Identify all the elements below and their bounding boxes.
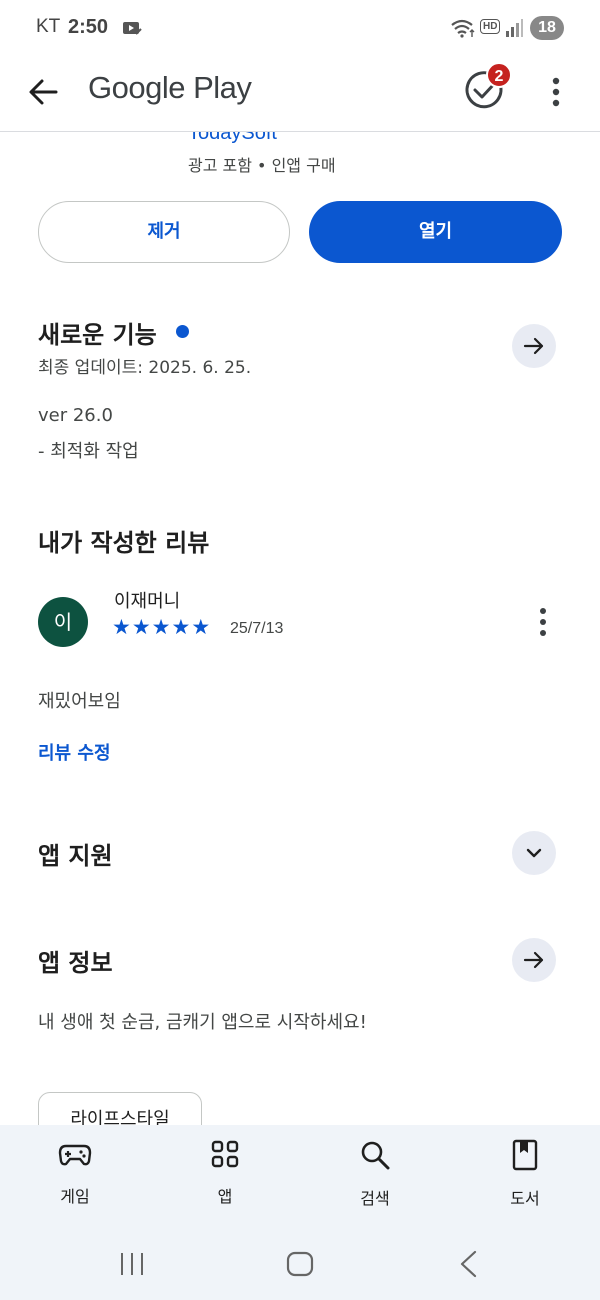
star-icon: ★ <box>191 615 211 639</box>
whats-new-arrow-button[interactable] <box>512 324 556 368</box>
system-navigation-bar <box>121 1250 477 1278</box>
hd-voice-badge: HD <box>480 19 501 34</box>
app-support-expand-button[interactable] <box>512 831 556 875</box>
nav-label-apps: 앱 <box>217 1187 233 1206</box>
review-more-vert-icon[interactable] <box>530 603 556 641</box>
open-button[interactable]: 열기 <box>309 201 562 263</box>
recent-apps-icon[interactable] <box>121 1253 143 1275</box>
nav-item-games[interactable]: 게임 <box>20 1139 130 1229</box>
release-notes-text: - 최적화 작업 <box>38 441 139 462</box>
battery-indicator: 18 <box>530 16 564 40</box>
app-title: Google Play <box>88 70 252 105</box>
media-notification-icon <box>123 22 142 35</box>
back-arrow-icon[interactable] <box>22 70 66 114</box>
app-meta-info: 광고 포함 • 인앱 구매 <box>188 156 336 175</box>
nav-item-books[interactable]: 도서 <box>470 1139 580 1229</box>
apps-grid-icon <box>211 1140 239 1168</box>
whats-new-title: 새로운 기능 <box>38 321 157 349</box>
last-updated-text: 최종 업데이트: 2025. 6. 25. <box>38 358 252 378</box>
review-date: 25/7/13 <box>230 620 284 637</box>
star-icon: ★ <box>131 615 151 639</box>
star-icon: ★ <box>171 615 191 639</box>
new-indicator-dot <box>176 325 189 338</box>
nav-label-search: 검색 <box>360 1189 390 1208</box>
nav-label-games: 게임 <box>60 1187 90 1206</box>
reviewer-name: 이재머니 <box>114 591 181 612</box>
bottom-navigation: 게임 앱 검색 도서 <box>0 1125 600 1300</box>
my-review-title: 내가 작성한 리뷰 <box>38 529 210 557</box>
more-vert-icon[interactable] <box>540 70 572 114</box>
app-bar: Google Play 2 <box>0 56 600 132</box>
review-text: 재밌어보임 <box>38 691 121 712</box>
book-icon <box>512 1139 538 1171</box>
nav-item-search[interactable]: 검색 <box>320 1139 430 1229</box>
wifi-icon <box>451 19 475 38</box>
app-info-title: 앱 정보 <box>38 949 113 977</box>
app-description: 내 생애 첫 순금, 금캐기 앱으로 시작하세요! <box>38 1012 367 1033</box>
home-icon[interactable] <box>286 1251 314 1277</box>
search-icon <box>361 1141 390 1170</box>
nav-label-books: 도서 <box>510 1189 540 1208</box>
status-bar: KT 2:50 HD 18 <box>0 0 600 56</box>
status-time: 2:50 <box>68 16 109 38</box>
star-icon: ★ <box>112 615 131 639</box>
gamepad-icon <box>58 1144 92 1166</box>
app-info-arrow-button[interactable] <box>512 938 556 982</box>
uninstall-button[interactable]: 제거 <box>38 201 290 263</box>
arrow-right-icon <box>523 951 544 969</box>
edit-review-link[interactable]: 리뷰 수정 <box>38 739 111 765</box>
chevron-down-icon <box>526 848 542 858</box>
version-text: ver 26.0 <box>38 405 113 426</box>
avatar: 이 <box>38 597 88 647</box>
star-icon: ★ <box>151 615 171 639</box>
star-rating: ★ ★ ★ ★ ★ <box>112 616 210 638</box>
arrow-right-icon <box>523 337 544 355</box>
back-icon[interactable] <box>460 1250 477 1278</box>
app-support-title: 앱 지원 <box>38 842 113 870</box>
carrier-label: KT <box>36 16 61 37</box>
nav-item-apps[interactable]: 앱 <box>170 1139 280 1229</box>
notification-badge: 2 <box>486 62 512 88</box>
signal-icon <box>506 19 523 37</box>
